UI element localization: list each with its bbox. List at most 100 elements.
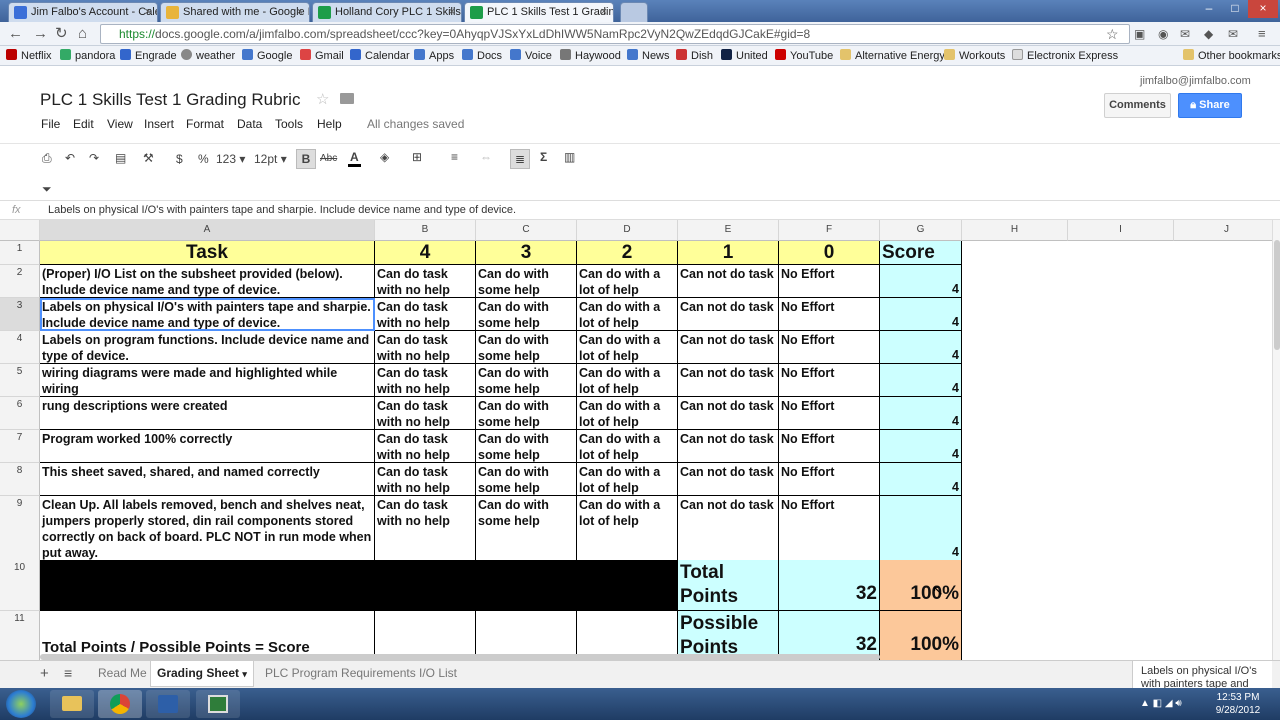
menu-view[interactable]: View (107, 117, 133, 131)
bookmark-dish[interactable]: Dish (676, 49, 713, 62)
merge-cells-icon[interactable]: ⇔ (480, 150, 492, 164)
column-header-a[interactable]: A (40, 220, 375, 241)
rubric-cell[interactable]: Can do with a lot of help (577, 331, 678, 364)
rubric-cell[interactable]: Can do task with no help (375, 463, 476, 496)
filter-icon[interactable]: ⏷ (42, 182, 52, 196)
row-header[interactable]: 1 (0, 241, 40, 265)
total-points-percent[interactable]: 100% (880, 560, 962, 611)
currency-format-button[interactable]: $ (176, 152, 183, 166)
header-3[interactable]: 3 (476, 241, 577, 265)
header-score[interactable]: Score (880, 241, 962, 265)
bookmark-youtube[interactable]: YouTube (775, 49, 833, 62)
rubric-cell[interactable]: No Effort (779, 364, 880, 397)
task-cell[interactable]: Clean Up. All labels removed, bench and … (40, 496, 375, 561)
rubric-cell[interactable]: No Effort (779, 496, 880, 561)
rubric-cell[interactable]: Can do with some help (476, 331, 577, 364)
menu-insert[interactable]: Insert (144, 117, 174, 131)
menu-tools[interactable]: Tools (275, 117, 303, 131)
task-cell[interactable]: This sheet saved, shared, and named corr… (40, 463, 375, 496)
bookmark-engrade[interactable]: Engrade (120, 49, 177, 62)
score-cell[interactable]: 4 (880, 496, 962, 561)
rubric-cell[interactable]: Can do with some help (476, 298, 577, 331)
taskbar-outlook[interactable] (146, 690, 190, 718)
column-header-f[interactable]: F (779, 220, 880, 241)
rubric-cell[interactable]: Can do with a lot of help (577, 364, 678, 397)
system-clock[interactable]: 12:53 PM 9/28/2012 (1208, 691, 1268, 717)
text-color-button[interactable]: A (348, 150, 361, 167)
borders-icon[interactable]: ⊞ (412, 150, 422, 164)
menu-data[interactable]: Data (237, 117, 262, 131)
chevron-down-icon[interactable]: ▾ (242, 669, 247, 679)
rubric-cell[interactable]: Can not do task (678, 430, 779, 463)
bookmark-calendar[interactable]: Calendar (350, 49, 410, 62)
share-button[interactable]: 🔒︎ Share (1178, 93, 1242, 118)
bookmark-docs[interactable]: Docs (462, 49, 502, 62)
column-header-b[interactable]: B (375, 220, 476, 241)
rubric-cell[interactable]: No Effort (779, 298, 880, 331)
bookmark-folder-alternative-energy[interactable]: Alternative Energy (840, 49, 945, 62)
rubric-cell[interactable]: Can do with a lot of help (577, 463, 678, 496)
header-0[interactable]: 0 (779, 241, 880, 265)
rubric-cell[interactable]: Can not do task (678, 496, 779, 561)
bookmark-pandora[interactable]: pandora (60, 49, 115, 62)
row-header[interactable]: 5 (0, 364, 40, 397)
extension-icon[interactable]: ✉ (1228, 25, 1238, 43)
task-cell[interactable]: Program worked 100% correctly (40, 430, 375, 463)
rubric-cell[interactable]: Can do with a lot of help (577, 298, 678, 331)
header-2[interactable]: 2 (577, 241, 678, 265)
rubric-cell[interactable]: Can not do task (678, 331, 779, 364)
number-format-dropdown[interactable]: 123 ▾ (216, 152, 245, 166)
row-header[interactable]: 11 (0, 611, 40, 662)
task-cell[interactable]: Labels on physical I/O's with painters t… (40, 298, 375, 331)
back-icon[interactable]: ← (8, 25, 23, 43)
rubric-cell[interactable]: Can do with some help (476, 496, 577, 561)
sheet-tab-plc-program-requirements[interactable]: PLC Program Requirements (265, 666, 416, 680)
wrap-text-icon[interactable]: ≣ (510, 149, 530, 169)
close-icon[interactable]: × (297, 3, 303, 21)
menu-format[interactable]: Format (186, 117, 224, 131)
rubric-cell[interactable]: No Effort (779, 463, 880, 496)
document-title[interactable]: PLC 1 Skills Test 1 Grading Rubric (40, 90, 300, 110)
rubric-cell[interactable]: Can do with some help (476, 265, 577, 298)
score-cell[interactable]: 4 (880, 364, 962, 397)
header-1[interactable]: 1 (678, 241, 779, 265)
row-header[interactable]: 6 (0, 397, 40, 430)
percent-format-button[interactable]: % (198, 152, 209, 166)
window-close-button[interactable]: × (1248, 0, 1278, 18)
taskbar-explorer[interactable] (50, 690, 94, 718)
bookmark-google[interactable]: Google (242, 49, 292, 62)
bookmark-gmail[interactable]: Gmail (300, 49, 344, 62)
extension-icon[interactable]: ◉ (1158, 25, 1168, 43)
print-icon[interactable]: ⎙ (42, 151, 52, 165)
rubric-cell[interactable]: Can do with a lot of help (577, 397, 678, 430)
total-points-value[interactable]: 32 (779, 560, 880, 611)
bookmark-folder-workouts[interactable]: Workouts (944, 49, 1005, 62)
paint-roller-icon[interactable]: ⚒ (143, 151, 154, 165)
sheet-list-icon[interactable]: ≡ (64, 665, 72, 681)
strikethrough-button[interactable]: Abc (320, 152, 337, 166)
undo-icon[interactable]: ↶ (65, 151, 75, 165)
column-header-g[interactable]: G (880, 220, 962, 241)
rubric-cell[interactable]: No Effort (779, 397, 880, 430)
scroll-thumb[interactable] (1274, 240, 1280, 350)
rubric-cell[interactable]: Can do with a lot of help (577, 265, 678, 298)
sheet-tab-read-me[interactable]: Read Me (98, 666, 147, 680)
column-header-h[interactable]: H (962, 220, 1068, 241)
row-header[interactable]: 9 (0, 496, 40, 561)
browser-tab-holland[interactable]: Holland Cory PLC 1 Skills T × (312, 2, 462, 22)
rubric-cell[interactable]: Can do task with no help (375, 496, 476, 561)
user-account[interactable]: jimfalbo@jimfalbo.com (1140, 75, 1251, 87)
bookmark-united[interactable]: United (721, 49, 768, 62)
row-header[interactable]: 4 (0, 331, 40, 364)
extension-icon[interactable]: ▣ (1134, 25, 1145, 43)
row-header[interactable]: 10 (0, 560, 40, 611)
row-header[interactable]: 8 (0, 463, 40, 496)
reload-icon[interactable]: ↻ (55, 25, 68, 43)
score-cell[interactable]: 4 (880, 265, 962, 298)
rubric-cell[interactable]: Can do task with no help (375, 331, 476, 364)
taskbar-app[interactable] (196, 690, 240, 718)
functions-button[interactable]: Σ (540, 150, 547, 164)
folder-icon[interactable] (340, 93, 354, 104)
font-size-dropdown[interactable]: 12pt ▾ (254, 152, 287, 166)
formula-input[interactable]: Labels on physical I/O's with painters t… (48, 201, 516, 219)
